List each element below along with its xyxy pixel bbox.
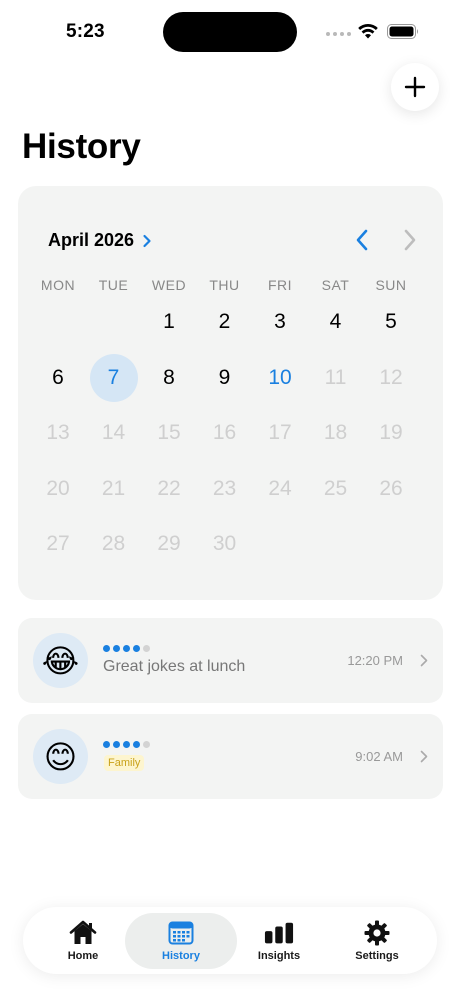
status-bar: 5:23 — [0, 0, 460, 64]
month-picker-button[interactable]: April 2026 — [48, 230, 152, 251]
chevron-right-icon — [404, 229, 416, 251]
calendar-day[interactable]: 4 — [312, 298, 360, 346]
calendar-day[interactable]: 2 — [201, 298, 249, 346]
tab-settings[interactable]: Settings — [337, 913, 417, 969]
calendar-day[interactable]: 8 — [145, 354, 193, 402]
calendar-day[interactable]: 1 — [145, 298, 193, 346]
calendar-day: 15 — [157, 421, 181, 444]
calendar-day: 20 — [46, 476, 70, 500]
chevron-left-icon — [356, 229, 368, 251]
rating-dot — [123, 741, 130, 748]
mood-rating — [103, 741, 150, 748]
calendar-day[interactable]: 9 — [201, 354, 249, 402]
battery-icon — [387, 24, 418, 39]
calendar-day: 23 — [212, 476, 237, 500]
entry-note: Great jokes at lunch — [103, 658, 246, 675]
tab-insights[interactable]: Insights — [239, 913, 319, 969]
tab-label: Settings — [355, 950, 399, 962]
tab-history[interactable]: History — [125, 913, 237, 969]
calendar-day[interactable]: 5 — [367, 298, 415, 346]
weekday-label: MON — [40, 277, 76, 293]
calendar-day: 19 — [379, 421, 403, 444]
tab-label: Home — [67, 950, 99, 962]
rating-dot — [133, 741, 140, 748]
plus-icon — [404, 76, 426, 98]
entry-tag: Family — [104, 755, 145, 771]
rating-dot — [113, 741, 120, 748]
dynamic-island — [163, 12, 297, 52]
calendar-day[interactable]: 6 — [34, 354, 82, 402]
weekday-label: TUE — [98, 277, 129, 293]
weekday-label: THU — [209, 277, 240, 293]
bar-chart-icon — [264, 920, 294, 946]
weekday-label: FRI — [267, 277, 293, 293]
calendar-day: 29 — [157, 532, 181, 555]
next-month-button[interactable] — [398, 227, 422, 253]
calendar-day: 17 — [268, 421, 292, 444]
calendar-day[interactable]: 7 — [89, 353, 138, 402]
calendar-day: 28 — [101, 532, 126, 555]
tab-home[interactable]: Home — [43, 913, 123, 969]
rating-dot — [103, 645, 110, 652]
calendar-icon — [166, 920, 196, 946]
calendar-day[interactable]: 3 — [256, 298, 304, 346]
entry-time: 12:20 PM — [347, 653, 403, 668]
calendar-day: 18 — [323, 421, 348, 444]
rating-dot — [133, 645, 140, 652]
weekday-label: WED — [151, 277, 187, 293]
mood-rating — [103, 645, 150, 652]
gear-icon — [362, 920, 392, 946]
month-label: April 2026 — [48, 230, 135, 250]
calendar-day: 25 — [323, 476, 348, 500]
entry-time: 9:02 AM — [355, 749, 403, 764]
tab-bar: Home History Insights Settings — [23, 907, 437, 974]
history-entry[interactable]: 😂 Great jokes at lunch 12:20 PM — [18, 618, 443, 703]
calendar-day: 24 — [268, 476, 292, 500]
calendar-day: 16 — [212, 421, 237, 444]
weekday-header: MON TUE WED THU FRI SAT SUN — [18, 277, 443, 295]
history-entry[interactable]: 😊 Family 9:02 AM — [18, 714, 443, 799]
calendar-day: 22 — [157, 476, 181, 500]
rating-dot — [143, 645, 150, 652]
chevron-right-icon — [143, 234, 151, 247]
mood-emoji: 😂 — [33, 633, 88, 688]
calendar-day: 27 — [46, 532, 70, 555]
previous-month-button[interactable] — [350, 227, 374, 253]
weekday-label: SAT — [321, 277, 350, 293]
rating-dot — [123, 645, 130, 652]
add-entry-button[interactable] — [391, 63, 439, 111]
rating-dot — [113, 645, 120, 652]
house-icon — [68, 920, 98, 946]
tab-label: History — [162, 950, 200, 962]
mood-emoji: 😊 — [33, 729, 88, 784]
calendar-day[interactable]: 10 — [256, 354, 304, 402]
weekday-label: SUN — [375, 277, 407, 293]
page-title: History — [22, 127, 141, 166]
calendar-day: 30 — [212, 532, 237, 555]
calendar-day: 26 — [379, 476, 403, 500]
chevron-right-icon — [420, 750, 428, 763]
cellular-signal-icon — [326, 32, 351, 36]
calendar-day: 21 — [101, 476, 126, 500]
wifi-icon — [358, 23, 378, 39]
calendar-card: April 2026 MON TUE WED THU FRI SAT SUN 1234567… — [18, 186, 443, 600]
rating-dot — [143, 741, 150, 748]
calendar-day: 13 — [46, 421, 70, 444]
status-time: 5:23 — [66, 21, 105, 42]
rating-dot — [103, 741, 110, 748]
calendar-day: 12 — [379, 365, 403, 389]
calendar-day: 14 — [101, 421, 126, 444]
calendar-day: 11 — [324, 365, 347, 389]
chevron-right-icon — [420, 654, 428, 667]
tab-label: Insights — [257, 950, 301, 962]
